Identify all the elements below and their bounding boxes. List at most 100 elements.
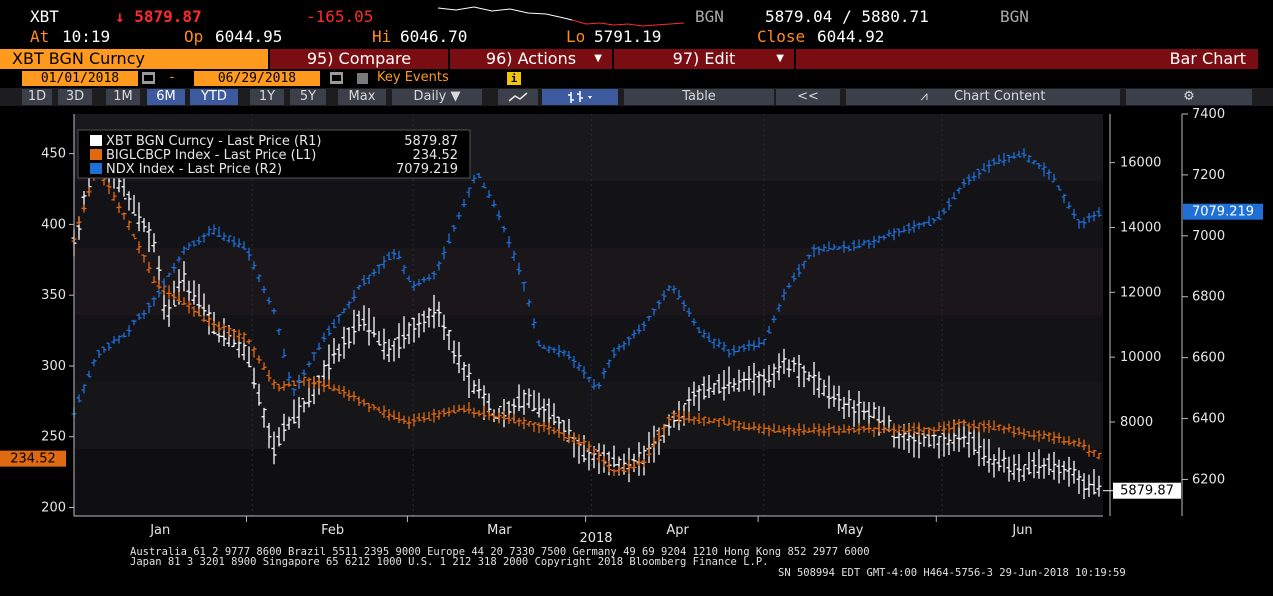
date-dash: -: [168, 70, 176, 85]
left-tick-label: 200: [41, 501, 66, 516]
table-button[interactable]: Table: [624, 89, 774, 105]
r2-tick-label: 7400: [1192, 107, 1225, 122]
settings-button[interactable]: ⚙: [1126, 89, 1252, 105]
legend-value-ndx: 7079.219: [396, 162, 458, 177]
source-left: BGN: [695, 7, 724, 26]
edit-dropdown-icon: ▼: [776, 53, 784, 64]
r1-tick-label: 14000: [1120, 220, 1161, 235]
x-tick-label: Jan: [149, 523, 170, 538]
left-tick-label: 400: [41, 217, 66, 232]
high-label: Hi: [372, 27, 392, 46]
info-icon[interactable]: i: [507, 72, 521, 85]
range-1y-button[interactable]: 1Y: [250, 89, 284, 105]
bid-ask: 5879.04 / 5880.71: [765, 7, 929, 26]
r2-tick-label: 6600: [1192, 351, 1225, 366]
footer-session-line: SN 508994 EDT GMT-4:00 H464-5756-3 29-Ju…: [778, 567, 1126, 579]
chart-content-label: Chart Content: [953, 89, 1046, 104]
left-tick-label: 300: [41, 359, 66, 374]
r1-tick-label: 16000: [1120, 156, 1161, 171]
r1-tick-label: 10000: [1120, 350, 1161, 365]
close-price: 6044.92: [817, 27, 885, 46]
menu-bar: XBT BGN Curncy 95) Compare 96) Actions ▼…: [0, 49, 1273, 70]
range-6m-button[interactable]: 6M: [147, 89, 185, 105]
legend-swatch-xbt: [90, 135, 102, 146]
legend-label-biglcbcp: BIGLCBCP Index - Last Price (L1): [106, 148, 316, 163]
security-label: XBT BGN Curncy: [12, 49, 145, 68]
range-ytd-button[interactable]: YTD: [190, 89, 238, 105]
open-price: 6044.95: [215, 27, 283, 46]
end-date-field[interactable]: 06/29/2018: [194, 71, 320, 86]
ticker: XBT: [30, 7, 59, 26]
line-chart-icon: [508, 92, 528, 102]
x-axis-year: 2018: [579, 531, 612, 546]
x-tick-label: May: [837, 523, 864, 538]
frequency-dropdown[interactable]: Daily ▼: [392, 89, 482, 105]
edit-label: 97) Edit: [672, 49, 736, 68]
start-calendar-icon[interactable]: [142, 72, 155, 84]
security-field[interactable]: XBT BGN Curncy: [0, 49, 268, 69]
r1-tick-label: 8000: [1120, 415, 1153, 430]
legend: XBT BGN Curncy - Last Price (R1) 5879.87…: [77, 129, 471, 179]
gear-icon: ⚙: [1183, 89, 1195, 104]
r1-last-value: 5879.87: [1120, 484, 1174, 499]
last-time: 10:19: [62, 27, 111, 46]
left-tick-label: 350: [41, 288, 66, 303]
chart-area[interactable]: 200 250 300 350 400 450 8000 10000 12000 14000 160…: [0, 106, 1273, 548]
bar-chart-icon: [568, 91, 592, 103]
x-tick-label: Jun: [1011, 523, 1032, 538]
r2-tick-label: 6200: [1192, 472, 1225, 487]
legend-value-biglcbcp: 234.52: [413, 148, 459, 163]
x-tick-label: Mar: [487, 523, 512, 538]
r2-last-value: 7079.219: [1192, 205, 1254, 220]
range-3d-button[interactable]: 3D: [58, 89, 92, 105]
net-change: -165.05: [306, 7, 374, 26]
low-label: Lo: [566, 27, 586, 46]
open-label: Op: [184, 27, 204, 46]
actions-dropdown-icon: ▼: [594, 53, 602, 64]
line-chart-button[interactable]: [498, 89, 538, 105]
range-max-button[interactable]: Max: [338, 89, 386, 105]
r2-last-tag: 7079.219: [1183, 203, 1263, 220]
end-calendar-icon[interactable]: [330, 72, 343, 84]
r2-tick-label: 7200: [1192, 168, 1225, 183]
left-last-value: 234.52: [10, 452, 56, 467]
r2-tick-label: 6800: [1192, 290, 1225, 305]
left-last-tag: 234.52: [0, 450, 66, 467]
r2-tick-label: 7000: [1192, 229, 1225, 244]
edit-menu[interactable]: 97) Edit ▼: [614, 49, 794, 69]
r1-tick-label: 12000: [1120, 285, 1161, 300]
high-price: 6046.70: [400, 27, 468, 46]
bar-chart-button[interactable]: [542, 89, 618, 105]
legend-label-xbt: XBT BGN Curncy - Last Price (R1): [106, 134, 322, 149]
mountain-icon: ⩘: [920, 89, 928, 104]
chart-type-field[interactable]: Bar Chart: [796, 49, 1258, 69]
left-tick-label: 450: [41, 147, 66, 162]
chart-content-button[interactable]: ⩘ Chart Content: [846, 89, 1120, 105]
close-label: Close: [757, 27, 806, 46]
last-price: ↓ 5879.87: [115, 7, 202, 26]
range-1m-button[interactable]: 1M: [106, 89, 140, 105]
actions-label: 96) Actions: [485, 49, 577, 68]
range-5y-button[interactable]: 5Y: [290, 89, 326, 105]
time-toolbar: 1D 3D 1M 6M YTD 1Y 5Y Max Daily ▼ Table …: [0, 88, 1273, 106]
r2-tick-label: 6400: [1192, 412, 1225, 427]
back-button[interactable]: <<: [776, 89, 840, 105]
range-1d-button[interactable]: 1D: [22, 89, 52, 105]
legend-swatch-biglcbcp: [90, 149, 102, 160]
x-tick-label: Feb: [321, 523, 344, 538]
start-date-field[interactable]: 01/01/2018: [22, 71, 138, 86]
key-events-label: Key Events: [377, 70, 449, 85]
compare-button[interactable]: 95) Compare: [270, 49, 448, 69]
key-events-checkbox[interactable]: [357, 73, 368, 84]
source-right: BGN: [1000, 7, 1029, 26]
r1-last-tag: 5879.87: [1113, 482, 1181, 499]
legend-value-xbt: 5879.87: [404, 134, 458, 149]
chart-type-label: Bar Chart: [1169, 49, 1246, 68]
low-price: 5791.19: [594, 27, 662, 46]
x-tick-label: Apr: [666, 523, 689, 538]
footer-contacts-line2: Japan 81 3 3201 8900 Singapore 65 6212 1…: [130, 556, 769, 568]
date-range-row: 01/01/2018 - 06/29/2018 Key Events i: [0, 70, 1273, 87]
legend-label-ndx: NDX Index - Last Price (R2): [106, 162, 282, 177]
at-label: At: [30, 27, 50, 46]
actions-menu[interactable]: 96) Actions ▼: [450, 49, 612, 69]
